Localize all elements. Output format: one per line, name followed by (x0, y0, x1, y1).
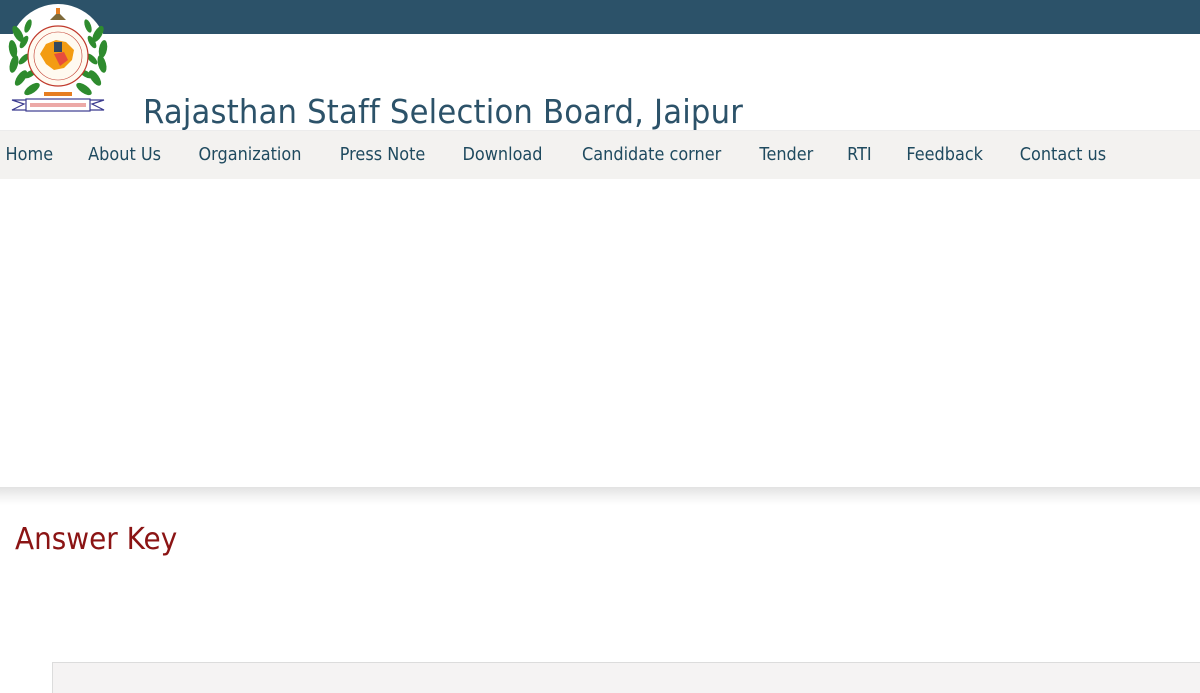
nav-home[interactable]: Home (3, 145, 67, 165)
page-heading: Answer Key (15, 522, 178, 557)
banner-area (0, 179, 1200, 487)
site-title[interactable]: Rajasthan Staff Selection Board, Jaipur (143, 92, 743, 131)
board-logo-icon[interactable] (4, 4, 112, 116)
banner-divider (0, 487, 1200, 505)
nav-organization[interactable]: Organization (185, 145, 316, 165)
top-bar (0, 0, 1200, 34)
nav-contact-us[interactable]: Contact us (1006, 145, 1120, 165)
main-nav: Home About Us Organization Press Note Do… (0, 131, 1200, 179)
nav-about-us[interactable]: About Us (74, 145, 174, 165)
nav-tender[interactable]: Tender (746, 145, 828, 165)
nav-feedback[interactable]: Feedback (892, 145, 996, 165)
nav-download[interactable]: Download (449, 145, 557, 165)
content-panel (52, 662, 1200, 693)
site-header: Rajasthan Staff Selection Board, Jaipur (0, 34, 1200, 131)
nav-press-note[interactable]: Press Note (326, 145, 439, 165)
nav-rti[interactable]: RTI (833, 145, 885, 165)
nav-candidate-corner[interactable]: Candidate corner (568, 145, 735, 165)
